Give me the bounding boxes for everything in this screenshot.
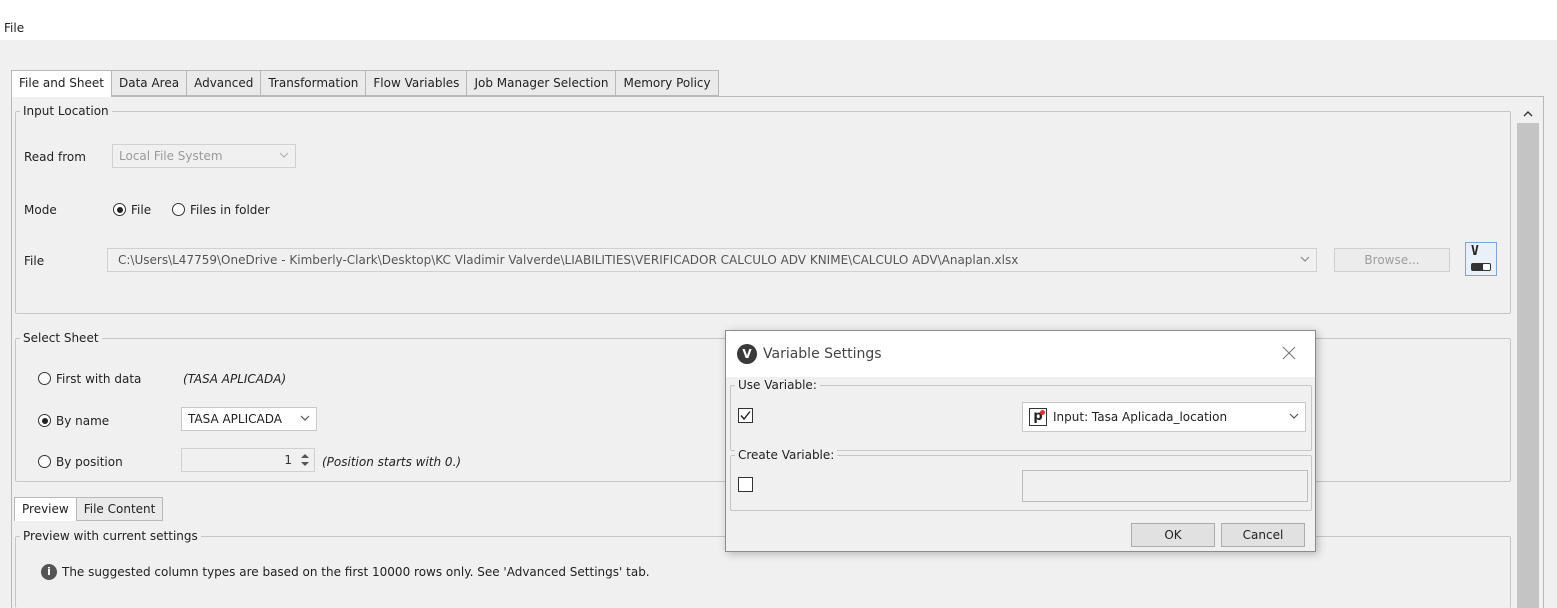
tab-job-manager-selection[interactable]: Job Manager Selection bbox=[466, 70, 616, 96]
check-icon bbox=[740, 411, 751, 421]
tab-data-area[interactable]: Data Area bbox=[110, 70, 187, 96]
browse-button[interactable]: Browse... bbox=[1334, 248, 1450, 272]
radio-selected-icon bbox=[38, 414, 51, 427]
close-icon[interactable] bbox=[1281, 345, 1297, 364]
sheet-name-dropdown[interactable]: TASA APLICADA bbox=[181, 407, 317, 431]
by-name-label: By name bbox=[56, 414, 110, 428]
ok-button[interactable]: OK bbox=[1131, 523, 1215, 547]
use-variable-legend: Use Variable: bbox=[735, 378, 820, 392]
read-from-label: Read from bbox=[24, 150, 86, 164]
chevron-down-icon bbox=[1300, 254, 1310, 264]
tab-advanced[interactable]: Advanced bbox=[186, 70, 261, 96]
select-sheet-legend: Select Sheet bbox=[20, 331, 102, 345]
tab-memory-policy[interactable]: Memory Policy bbox=[615, 70, 719, 96]
position-spinner[interactable]: 1 bbox=[181, 448, 315, 472]
first-with-data-radio[interactable]: First with data bbox=[38, 372, 141, 386]
variable-select-dropdown[interactable]: p Input: Tasa Aplicada_location bbox=[1022, 402, 1306, 432]
radio-unselected-icon bbox=[38, 455, 51, 468]
scroll-up-icon[interactable] bbox=[1517, 103, 1539, 123]
create-variable-checkbox[interactable] bbox=[738, 477, 753, 492]
menu-file[interactable]: File bbox=[4, 21, 24, 35]
radio-unselected-icon bbox=[38, 372, 51, 385]
file-path-value: C:\Users\L47759\OneDrive - Kimberly-Clar… bbox=[118, 253, 1019, 267]
tab-transformation[interactable]: Transformation bbox=[260, 70, 366, 96]
first-with-data-value: (TASA APLICADA) bbox=[183, 372, 287, 386]
tab-file-content[interactable]: File Content bbox=[75, 497, 164, 521]
mode-file-radio[interactable]: File bbox=[113, 203, 151, 217]
by-name-radio[interactable]: By name bbox=[38, 414, 109, 428]
file-label: File bbox=[24, 254, 45, 268]
mode-folder-radio[interactable]: Files in folder bbox=[172, 203, 270, 217]
by-position-radio[interactable]: By position bbox=[38, 455, 123, 469]
menu-bar bbox=[0, 0, 1557, 40]
variable-select-value: Input: Tasa Aplicada_location bbox=[1053, 410, 1228, 424]
create-variable-legend: Create Variable: bbox=[735, 448, 838, 462]
mode-file-label: File bbox=[131, 203, 152, 217]
tab-preview[interactable]: Preview bbox=[14, 497, 76, 521]
dialog-title: Variable Settings bbox=[763, 346, 882, 362]
spinner-arrows-icon[interactable] bbox=[300, 452, 310, 471]
use-variable-checkbox[interactable] bbox=[738, 408, 753, 423]
file-path-combo[interactable]: C:\Users\L47759\OneDrive - Kimberly-Clar… bbox=[107, 248, 1317, 272]
chevron-down-icon bbox=[300, 413, 310, 423]
mode-folder-label: Files in folder bbox=[190, 203, 270, 217]
chevron-down-icon bbox=[279, 150, 289, 160]
first-with-data-label: First with data bbox=[56, 372, 142, 386]
cancel-button[interactable]: Cancel bbox=[1221, 523, 1305, 547]
sheet-name-value: TASA APLICADA bbox=[188, 412, 282, 426]
chevron-down-icon bbox=[1289, 411, 1299, 421]
position-value: 1 bbox=[284, 453, 292, 467]
read-from-dropdown[interactable]: Local File System bbox=[112, 144, 296, 168]
string-variable-icon: p bbox=[1029, 408, 1047, 426]
radio-selected-icon bbox=[113, 203, 126, 216]
tab-file-and-sheet[interactable]: File and Sheet bbox=[11, 70, 111, 97]
mode-label: Mode bbox=[24, 203, 57, 217]
read-from-value: Local File System bbox=[119, 149, 223, 163]
position-hint: (Position starts with 0.) bbox=[322, 455, 462, 469]
flow-variable-button[interactable]: V bbox=[1465, 242, 1497, 276]
dialog-title-bar: V Variable Settings bbox=[726, 331, 1315, 377]
create-variable-input[interactable] bbox=[1022, 470, 1308, 502]
info-icon: i bbox=[41, 564, 57, 580]
variable-settings-dialog: V Variable Settings Use Variable: p Inpu… bbox=[725, 330, 1316, 552]
knime-logo-icon: V bbox=[737, 344, 757, 364]
preview-legend: Preview with current settings bbox=[20, 529, 201, 543]
input-location-legend: Input Location bbox=[20, 104, 112, 118]
preview-tabs: Preview File Content bbox=[14, 497, 164, 521]
preview-info-text: The suggested column types are based on … bbox=[62, 565, 650, 579]
tab-flow-variables[interactable]: Flow Variables bbox=[365, 70, 467, 96]
radio-unselected-icon bbox=[172, 203, 185, 216]
by-position-label: By position bbox=[56, 455, 123, 469]
main-tabs: File and Sheet Data Area Advanced Transform… bbox=[11, 70, 719, 97]
scrollbar-thumb[interactable] bbox=[1517, 123, 1539, 608]
